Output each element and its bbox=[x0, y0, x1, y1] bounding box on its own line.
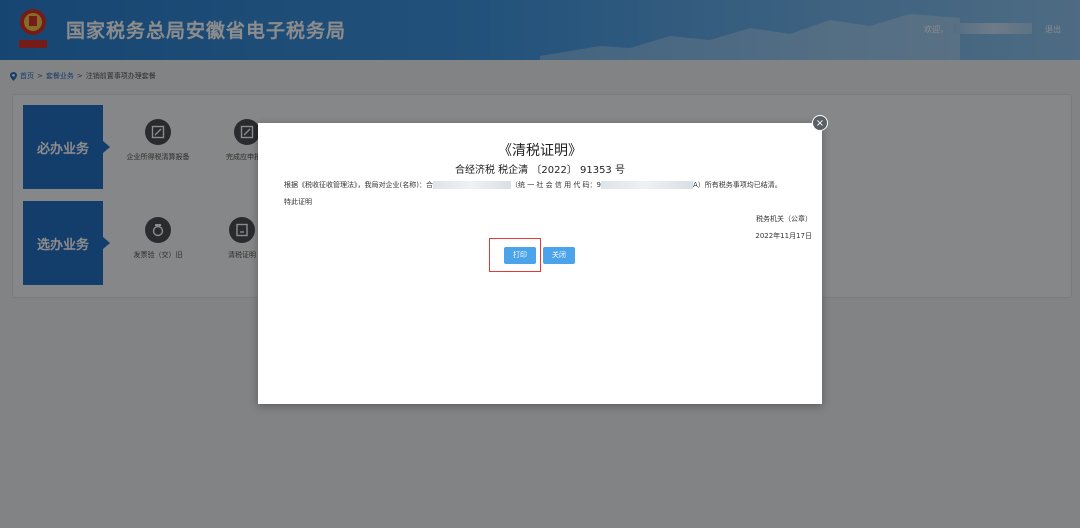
body-mid: （统 一 社 会 信 用 代 码：9 bbox=[510, 181, 601, 189]
body-prefix: 根据《税收征收管理法》，我局对企业(名称)：合 bbox=[284, 181, 433, 189]
body-suffix: A）所有税务事项均已结清。 bbox=[693, 181, 782, 189]
close-icon[interactable]: × bbox=[812, 115, 828, 131]
issuing-authority: 税务机关（公章） bbox=[756, 215, 812, 223]
print-highlight-box bbox=[489, 238, 541, 272]
company-name-redacted bbox=[432, 181, 511, 189]
issue-date: 2022年11月17日 bbox=[755, 232, 812, 240]
close-button[interactable]: 关闭 bbox=[543, 247, 575, 264]
certificate-number: 合经济税 税企清 〔2022〕 91353 号 bbox=[455, 165, 625, 176]
certificate-title: 《清税证明》 bbox=[498, 143, 582, 159]
certificate-closing: 特此证明 bbox=[284, 198, 312, 206]
credit-code-redacted bbox=[601, 181, 693, 189]
certificate-body: 根据《税收征收管理法》，我局对企业(名称)：合 （统 一 社 会 信 用 代 码：… bbox=[284, 180, 782, 190]
